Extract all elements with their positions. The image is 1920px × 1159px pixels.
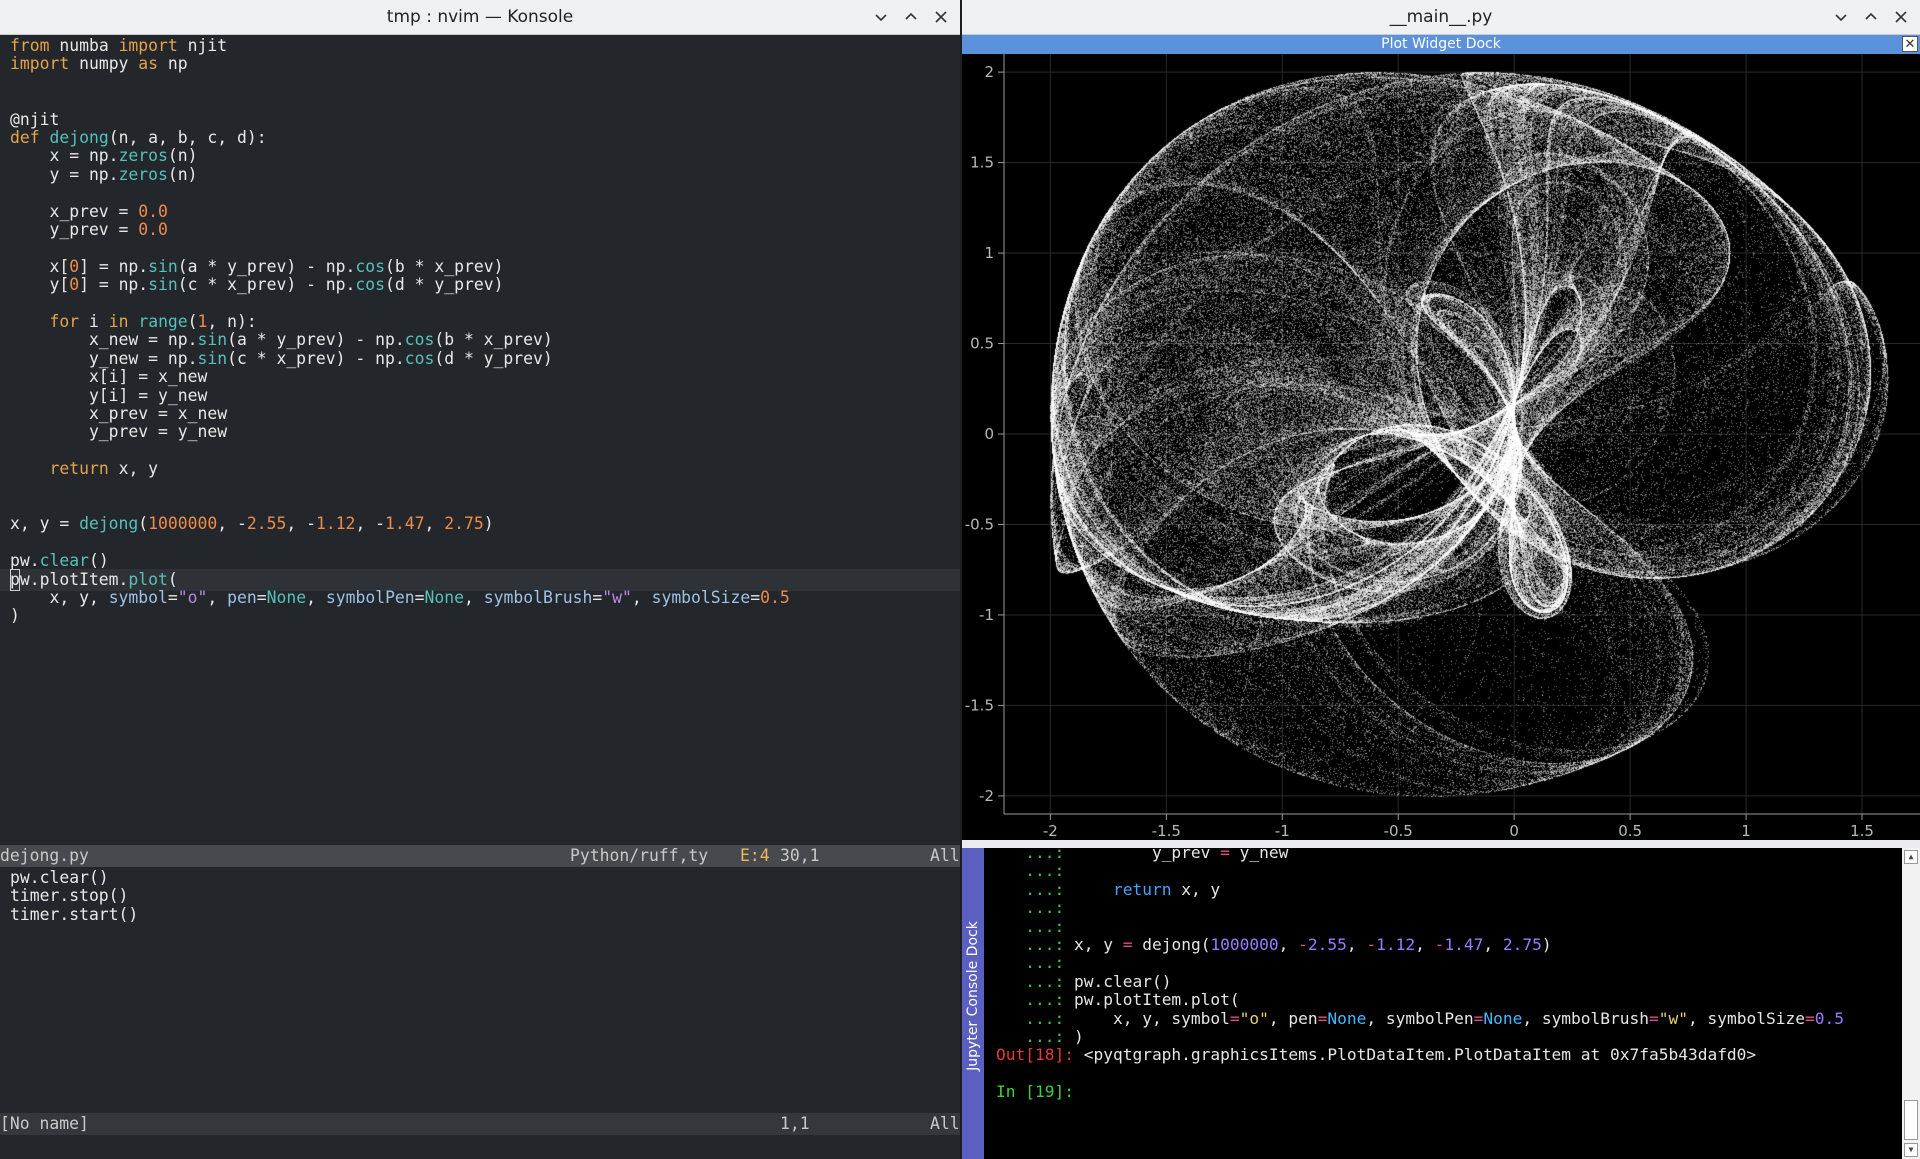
y-tick-label: -1	[979, 606, 994, 624]
scratch-line[interactable]: timer.start()	[10, 904, 138, 926]
code-line[interactable]: )	[10, 605, 20, 627]
plot-dock-label: Plot Widget Dock	[1381, 36, 1501, 52]
statusline-2: [No name] 1,1 All	[0, 1113, 960, 1135]
console-scrollbar[interactable]: ▲ ▼	[1902, 848, 1920, 1159]
y-tick-label: 0.5	[970, 335, 994, 353]
plot-dock-title[interactable]: Plot Widget Dock ✕	[962, 35, 1920, 54]
jupyter-console[interactable]: Jupyter Console Dock ...: y_prev = y_new…	[962, 848, 1920, 1159]
console-dock-tab[interactable]: Jupyter Console Dock	[962, 848, 984, 1159]
out-prompt: Out[18]:	[996, 1045, 1074, 1065]
y-tick-label: -2	[979, 787, 994, 805]
x-tick-label: -1.5	[1152, 822, 1181, 840]
x-tick-label: 1.5	[1850, 822, 1874, 840]
code-line[interactable]: import numpy as np	[10, 53, 188, 75]
chevron-down-icon	[1835, 14, 1847, 22]
statusline: dejong.py Python/ruff,ty E:4 30,1 All	[0, 845, 960, 867]
code-line[interactable]: x, y, symbol="o", pen=None, symbolPen=No…	[10, 587, 789, 609]
py-maximize-button[interactable]	[1858, 4, 1884, 30]
python-window: __main__.py Plot Widget Dock ✕ -2 -1.5 -1-…	[962, 0, 1920, 1159]
close-icon	[1895, 11, 1907, 23]
code-line[interactable]: y_prev = 0.0	[10, 219, 167, 241]
maximize-button[interactable]	[898, 4, 924, 30]
status2-filename: [No name]	[0, 1114, 89, 1133]
y-tick-label: 1	[984, 244, 994, 262]
x-tick-label: -0.5	[1384, 822, 1413, 840]
continuation-prompt: ...:	[996, 898, 1065, 918]
dock-splitter[interactable]	[962, 840, 1920, 848]
scroll-down-arrow[interactable]: ▼	[1904, 1143, 1918, 1157]
status-errors: E:4	[740, 846, 770, 865]
continuation-prompt: ...:	[996, 935, 1065, 954]
y-tick-label: 2	[984, 63, 994, 81]
console-output[interactable]: ...: y_prev = y_new ...: ...: return x, …	[986, 848, 1902, 1159]
code-line[interactable]: y_prev = y_new	[10, 421, 227, 443]
close-icon	[935, 11, 947, 23]
attractor-scatter	[962, 54, 1920, 840]
continuation-prompt: ...:	[996, 861, 1065, 881]
continuation-prompt: ...:	[996, 990, 1065, 1010]
x-tick-label: 0	[1509, 822, 1519, 840]
status2-position: 1,1	[780, 1114, 810, 1133]
continuation-prompt: ...:	[996, 1027, 1065, 1046]
py-minimize-button[interactable]	[1828, 4, 1854, 30]
konsole-title: tmp : nvim — Konsole	[386, 7, 574, 27]
scratch-buffer[interactable]: pw.clear() timer.stop() timer.start()	[0, 867, 960, 1147]
minimize-button[interactable]	[868, 4, 894, 30]
in-prompt: In [19]:	[996, 1082, 1074, 1102]
scroll-up-arrow[interactable]: ▲	[1904, 850, 1918, 864]
console-dock-label: Jupyter Console Dock	[965, 921, 981, 1071]
continuation-prompt: ...:	[996, 953, 1065, 973]
py-close-button[interactable]	[1888, 4, 1914, 30]
console-line: ...: x, y, symbol="o", pen=None, symbolP…	[996, 1008, 1844, 1028]
scatter-points	[962, 54, 1920, 840]
y-tick-label: -1.5	[965, 696, 994, 714]
out-text: <pyqtgraph.graphicsItems.PlotDataItem.Pl…	[1083, 1045, 1757, 1065]
nvim-editor[interactable]: from numba import njit import numpy as np…	[0, 35, 960, 1159]
code-buffer[interactable]: from numba import njit import numpy as np…	[0, 35, 960, 845]
python-titlebar[interactable]: __main__.py	[962, 0, 1920, 35]
x-tick-label: 1	[1741, 822, 1751, 840]
console-input-line[interactable]: In [19]:	[996, 1081, 1074, 1103]
continuation-prompt: ...:	[996, 879, 1065, 899]
status-filetype: Python/ruff,ty	[570, 846, 709, 865]
status-scroll: All	[930, 846, 960, 865]
text-cursor	[10, 568, 20, 591]
x-tick-label: -2	[1043, 822, 1058, 840]
x-tick-label: -1	[1275, 822, 1290, 840]
y-tick-label: 1.5	[970, 154, 994, 172]
plot-widget[interactable]: -2 -1.5 -1 -0.5 0 0.5 1 1.5 2 1.5 1 0.5 0 -0.5 -1 -1.5 -…	[962, 54, 1920, 840]
status-position: 30,1	[780, 846, 820, 865]
y-tick-label: -0.5	[965, 515, 994, 533]
close-button[interactable]	[928, 4, 954, 30]
chevron-down-icon	[875, 14, 887, 22]
konsole-titlebar[interactable]: tmp : nvim — Konsole	[0, 0, 960, 35]
scroll-thumb[interactable]	[1904, 1100, 1918, 1140]
konsole-window: tmp : nvim — Konsole from numba import n…	[0, 0, 960, 1159]
dock-close-button[interactable]: ✕	[1902, 36, 1918, 52]
continuation-prompt: ...:	[996, 971, 1065, 991]
x-tick-label: 0.5	[1618, 822, 1642, 840]
console-line: ...: x, y = dejong(1000000, -2.55, -1.12…	[996, 935, 1552, 954]
status2-scroll: All	[930, 1114, 960, 1133]
code-line[interactable]: x, y = dejong(1000000, -2.55, -1.12, -1.…	[10, 513, 494, 535]
status-filename: dejong.py	[0, 846, 89, 865]
continuation-prompt: ...:	[996, 916, 1065, 936]
y-tick-label: 0	[984, 425, 994, 443]
code-line[interactable]: return x, y	[10, 458, 158, 480]
code-line[interactable]: y[0] = np.sin(c * x_prev) - np.cos(d * y…	[10, 274, 503, 296]
code-line[interactable]: y = np.zeros(n)	[10, 164, 197, 186]
chevron-up-icon	[905, 12, 917, 20]
chevron-up-icon	[1865, 12, 1877, 20]
console-output-line: Out[18]: <pyqtgraph.graphicsItems.PlotDa…	[996, 1044, 1756, 1066]
python-title: __main__.py	[1389, 7, 1493, 27]
continuation-prompt: ...:	[996, 1008, 1065, 1028]
